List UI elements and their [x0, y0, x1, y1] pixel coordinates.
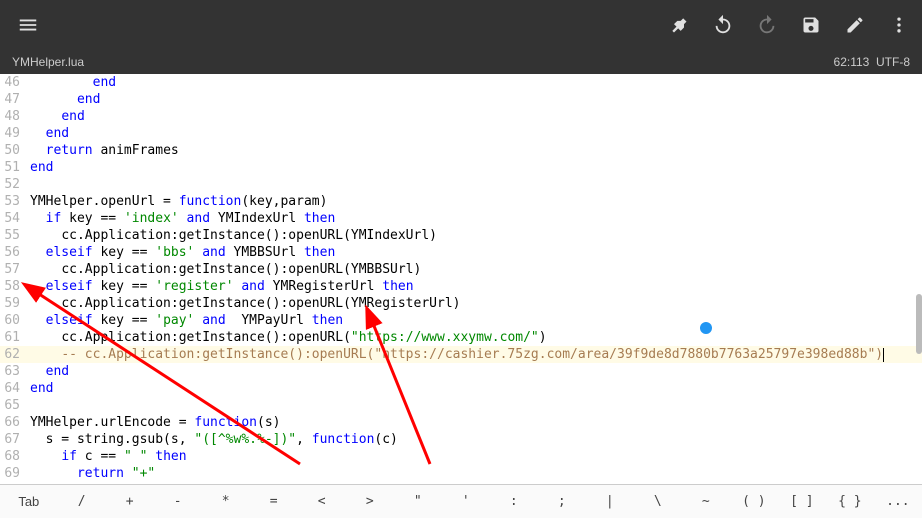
redo-button[interactable] [754, 12, 780, 38]
line-number: 56 [0, 244, 24, 261]
line-number: 64 [0, 380, 24, 397]
status-right: 62:113 UTF-8 [834, 55, 910, 69]
edit-button[interactable] [842, 12, 868, 38]
code-editor[interactable]: 46 end 47 end 48 end 49 end 50 return an… [0, 74, 922, 484]
line-number: 54 [0, 210, 24, 227]
hamburger-icon [17, 14, 39, 36]
symbol-key[interactable]: - [154, 494, 202, 509]
text-cursor [883, 348, 884, 362]
symbol-bar: Tab / + - * = < > " ' : ; | \ ~ ( ) [ ] … [0, 484, 922, 518]
symbol-key[interactable]: > [346, 494, 394, 509]
symbol-key[interactable]: \ [634, 494, 682, 509]
line-number: 61 [0, 329, 24, 346]
line-number: 67 [0, 431, 24, 448]
vertical-scrollbar[interactable] [916, 134, 922, 414]
symbol-key[interactable]: " [394, 494, 442, 509]
symbol-key[interactable]: ~ [682, 494, 730, 509]
undo-button[interactable] [710, 12, 736, 38]
line-number: 70 [0, 482, 24, 484]
line-number: 59 [0, 295, 24, 312]
symbol-key[interactable]: ; [538, 494, 586, 509]
symbol-key[interactable]: [ ] [778, 494, 826, 509]
symbol-key[interactable]: { } [826, 494, 874, 509]
pencil-icon [845, 15, 865, 35]
more-button[interactable] [886, 12, 912, 38]
line-number: 57 [0, 261, 24, 278]
cursor-position: 62:113 [834, 55, 870, 69]
selection-handle[interactable] [700, 322, 712, 334]
dots-vertical-icon [889, 15, 909, 35]
symbol-key[interactable]: | [586, 494, 634, 509]
line-number: 62 [0, 346, 24, 363]
symbol-key[interactable]: + [106, 494, 154, 509]
line-number: 51 [0, 159, 24, 176]
encoding-label: UTF-8 [876, 55, 910, 69]
line-number: 60 [0, 312, 24, 329]
line-number: 50 [0, 142, 24, 159]
line-number: 66 [0, 414, 24, 431]
line-number: 48 [0, 108, 24, 125]
line-number: 65 [0, 397, 24, 414]
symbol-key[interactable]: < [298, 494, 346, 509]
line-number: 55 [0, 227, 24, 244]
tab-bar: YMHelper.lua 62:113 UTF-8 [0, 50, 922, 74]
filename-label[interactable]: YMHelper.lua [12, 55, 84, 69]
line-number: 53 [0, 193, 24, 210]
scrollbar-thumb[interactable] [916, 294, 922, 354]
symbol-key[interactable]: = [250, 494, 298, 509]
undo-icon [712, 14, 734, 36]
symbol-key[interactable]: ... [874, 494, 922, 509]
pin-button[interactable] [666, 12, 692, 38]
line-number: 46 [0, 74, 24, 91]
line-number: 49 [0, 125, 24, 142]
line-number: 68 [0, 448, 24, 465]
symbol-key[interactable]: / [58, 494, 106, 509]
line-number: 69 [0, 465, 24, 482]
line-number: 52 [0, 176, 24, 193]
line-number: 63 [0, 363, 24, 380]
symbol-key[interactable]: * [202, 494, 250, 509]
symbol-key[interactable]: ' [442, 494, 490, 509]
menu-button[interactable] [10, 7, 46, 43]
save-icon [801, 15, 821, 35]
pin-icon [669, 15, 689, 35]
symbol-key-tab[interactable]: Tab [0, 494, 58, 509]
redo-icon [756, 14, 778, 36]
line-number: 58 [0, 278, 24, 295]
symbol-key[interactable]: : [490, 494, 538, 509]
main-toolbar [0, 0, 922, 50]
symbol-key[interactable]: ( ) [730, 494, 778, 509]
line-number: 47 [0, 91, 24, 108]
save-button[interactable] [798, 12, 824, 38]
